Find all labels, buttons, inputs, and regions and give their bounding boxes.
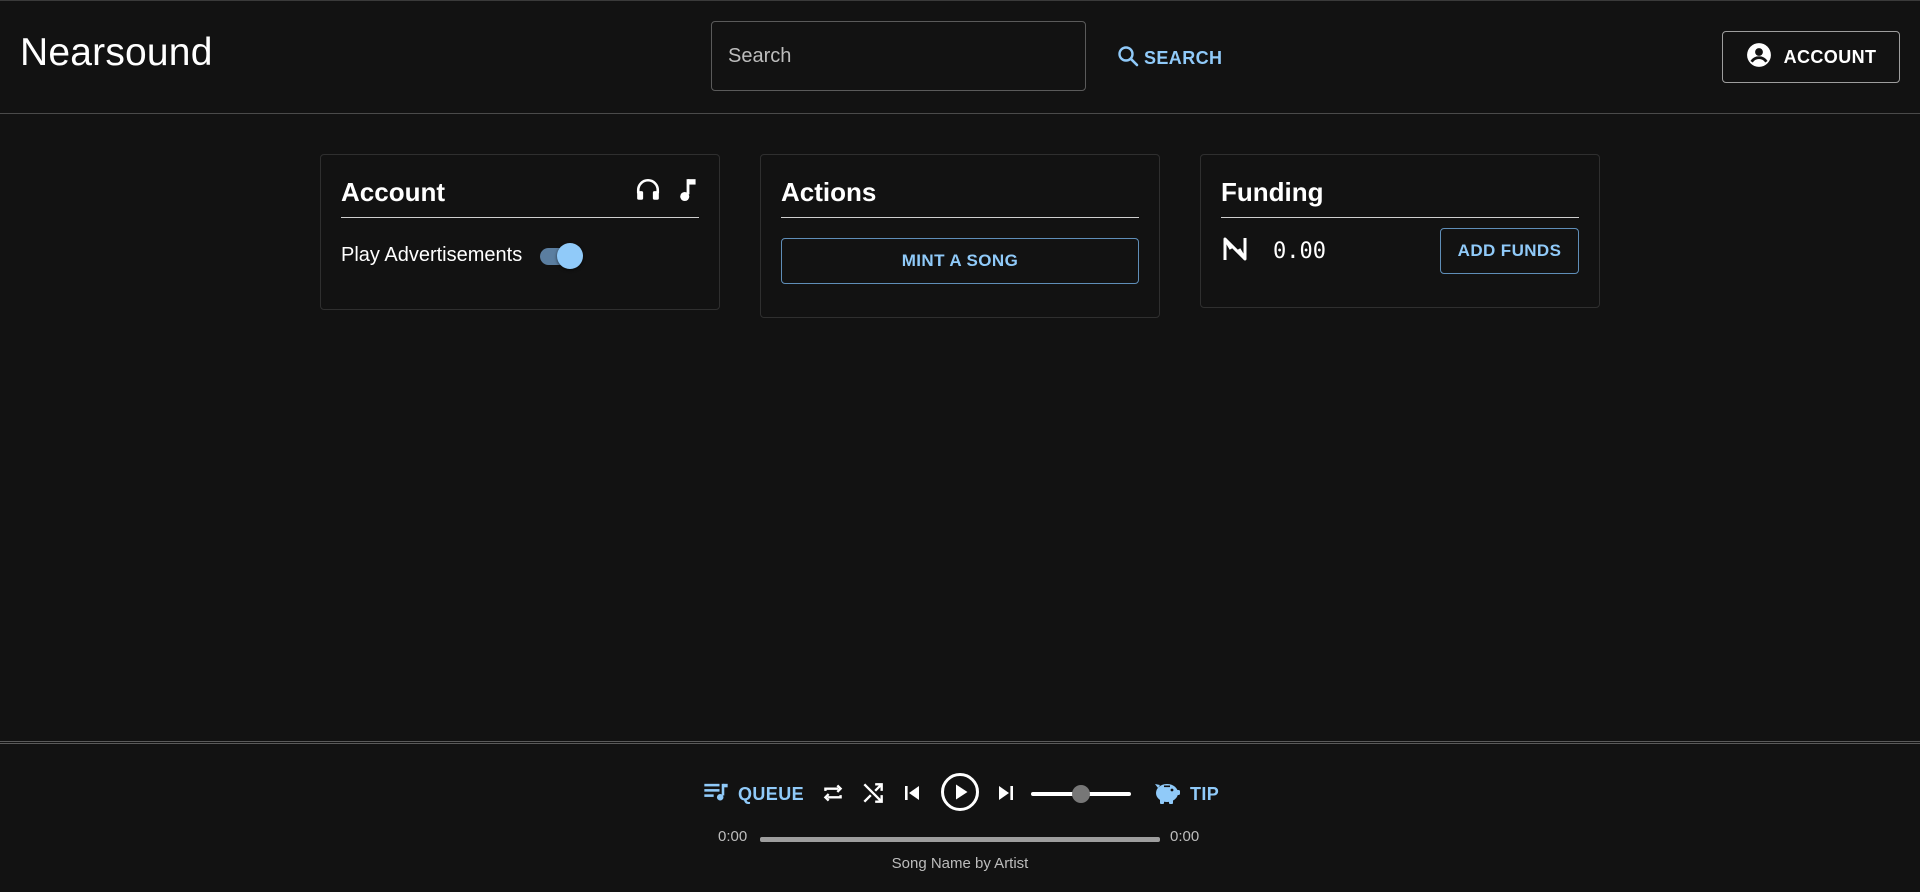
- mint-song-button[interactable]: MINT A SONG: [781, 238, 1139, 284]
- volume-slider[interactable]: [1031, 782, 1131, 806]
- search-field[interactable]: [711, 21, 1086, 91]
- headphones-icon[interactable]: [635, 177, 661, 208]
- shuffle-button[interactable]: [860, 780, 886, 811]
- song-info: Song Name by Artist: [891, 855, 1029, 872]
- repeat-icon: [820, 780, 846, 811]
- funding-row: 0.00 ADD FUNDS: [1221, 228, 1579, 274]
- play-button[interactable]: [940, 772, 980, 817]
- funding-balance: 0.00: [1273, 238, 1326, 264]
- repeat-button[interactable]: [820, 780, 846, 811]
- volume-thumb[interactable]: [1072, 785, 1090, 803]
- app-title[interactable]: Nearsound: [20, 31, 213, 75]
- player-bar: QUEUE TIP 0:00 0:00 Song Name by Artist: [0, 741, 1920, 892]
- queue-music-icon: [702, 778, 730, 811]
- account-card: Account Play Advertisements: [320, 154, 720, 310]
- play-ads-toggle[interactable]: [536, 240, 586, 270]
- account-button-label: ACCOUNT: [1783, 46, 1877, 67]
- current-time: 0:00: [718, 828, 748, 845]
- previous-button[interactable]: [900, 781, 924, 810]
- play-ads-row: Play Advertisements: [341, 240, 699, 270]
- funding-card: Funding 0.00 ADD FUNDS: [1200, 154, 1600, 308]
- queue-label: QUEUE: [738, 784, 805, 804]
- total-time: 0:00: [1170, 828, 1200, 845]
- seek-bar[interactable]: [760, 837, 1160, 842]
- tip-button[interactable]: TIP: [1152, 778, 1219, 811]
- progress-row: 0:00 0:00: [0, 824, 1920, 854]
- music-note-icon[interactable]: [677, 177, 699, 208]
- account-circle-icon: [1746, 42, 1772, 73]
- next-button[interactable]: [994, 781, 1018, 810]
- play-ads-label: Play Advertisements: [341, 243, 523, 266]
- piggy-bank-icon: [1152, 778, 1182, 811]
- search-icon: [1116, 44, 1140, 73]
- skip-previous-icon: [900, 781, 924, 810]
- shuffle-icon: [860, 780, 886, 811]
- add-funds-button[interactable]: ADD FUNDS: [1440, 228, 1579, 274]
- actions-card-title: Actions: [781, 176, 877, 207]
- funding-card-header: Funding: [1221, 175, 1579, 218]
- tip-label: TIP: [1190, 784, 1220, 804]
- skip-next-icon: [994, 781, 1018, 810]
- toggle-thumb[interactable]: [557, 243, 584, 269]
- actions-card-header: Actions: [781, 175, 1139, 218]
- search-input[interactable]: [728, 44, 1069, 68]
- actions-card: Actions MINT A SONG: [760, 154, 1160, 318]
- funding-card-title: Funding: [1221, 176, 1324, 207]
- player-controls: QUEUE TIP: [0, 772, 1920, 816]
- account-card-header: Account: [341, 175, 699, 218]
- near-logo-icon: [1221, 235, 1249, 268]
- account-card-title: Account: [341, 176, 445, 207]
- queue-button[interactable]: QUEUE: [702, 778, 804, 811]
- search-button-label: SEARCH: [1144, 47, 1223, 68]
- play-circle-icon: [940, 772, 980, 817]
- account-button[interactable]: ACCOUNT: [1722, 31, 1900, 83]
- search-button[interactable]: SEARCH: [1116, 41, 1222, 75]
- app-bar: Nearsound SEARCH ACCOUNT: [0, 0, 1920, 114]
